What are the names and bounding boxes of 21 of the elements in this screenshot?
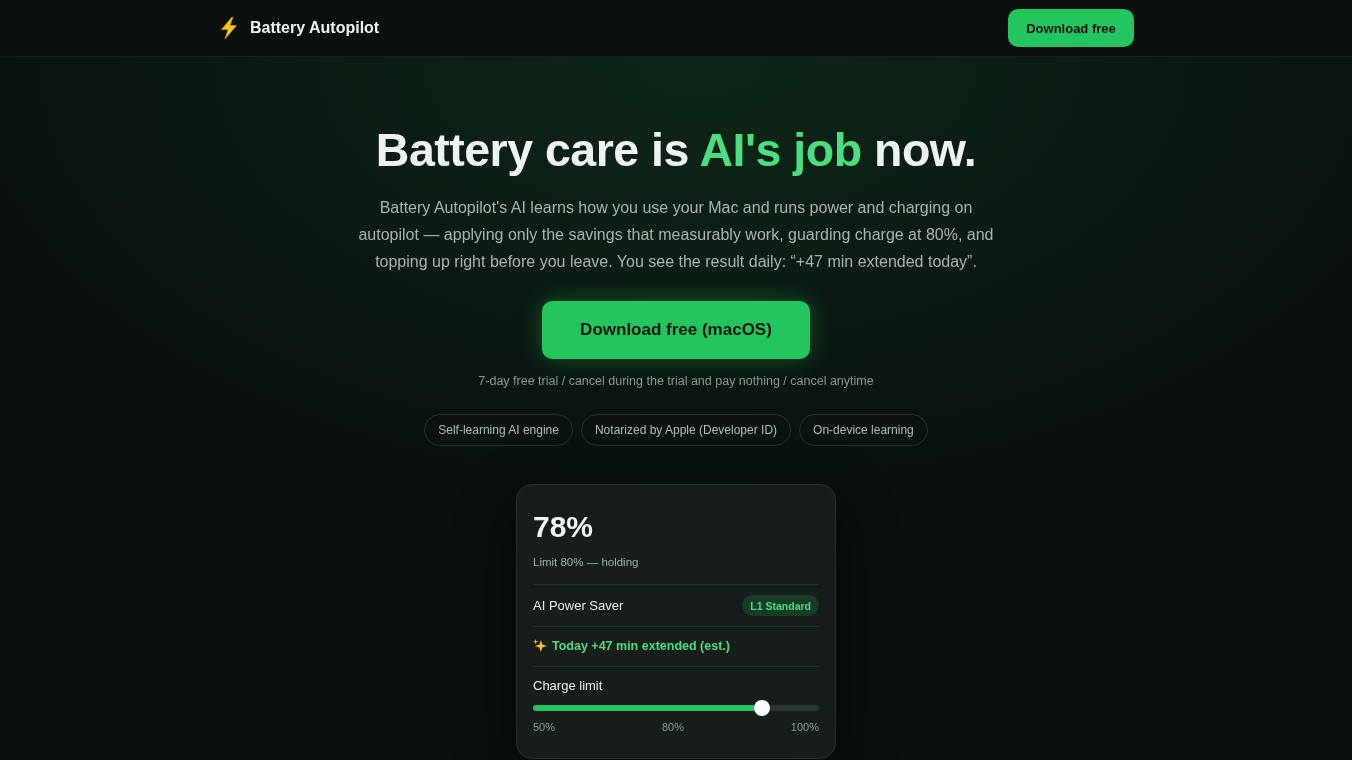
feature-pill: Self-learning AI engine	[424, 414, 573, 446]
trial-note: 7-day free trial / cancel during the trial and pay nothing / cancel anytime	[478, 373, 874, 390]
hero-description: Battery Autopilot's AI learns how you use your Mac and runs power and charging on autopilot — applying only the savings that measurably work, guarding charge at 80%, and topping up right before you leave. You see the result daily: “+47 min extended today”.	[357, 198, 995, 272]
level-badge: L1 Standard	[742, 595, 819, 616]
savings-text: Today +47 min extended (est.)	[552, 638, 730, 654]
power-saver-label: AI Power Saver	[533, 598, 624, 613]
hero-headline: Battery care is AI's job now.	[375, 123, 977, 178]
download-button[interactable]: Download free	[1008, 9, 1134, 47]
scale-label: 50%	[533, 720, 556, 734]
lightning-bolt-icon	[220, 17, 238, 39]
brand-name: Battery Autopilot	[250, 19, 380, 37]
sparkles-icon	[533, 639, 547, 653]
battery-percentage: 78%	[533, 509, 595, 545]
feature-pill: Notarized by Apple (Developer ID)	[580, 414, 792, 446]
download-macos-button[interactable]: Download free (macOS)	[542, 301, 810, 359]
charge-limit-label: Charge limit	[533, 677, 604, 695]
charge-status: Limit 80% — holding	[533, 555, 640, 570]
scale-label: 80%	[661, 720, 684, 734]
slider-handle[interactable]	[753, 700, 770, 716]
scale-label: 100%	[790, 720, 819, 734]
feature-pill: On-device learning	[799, 414, 928, 446]
